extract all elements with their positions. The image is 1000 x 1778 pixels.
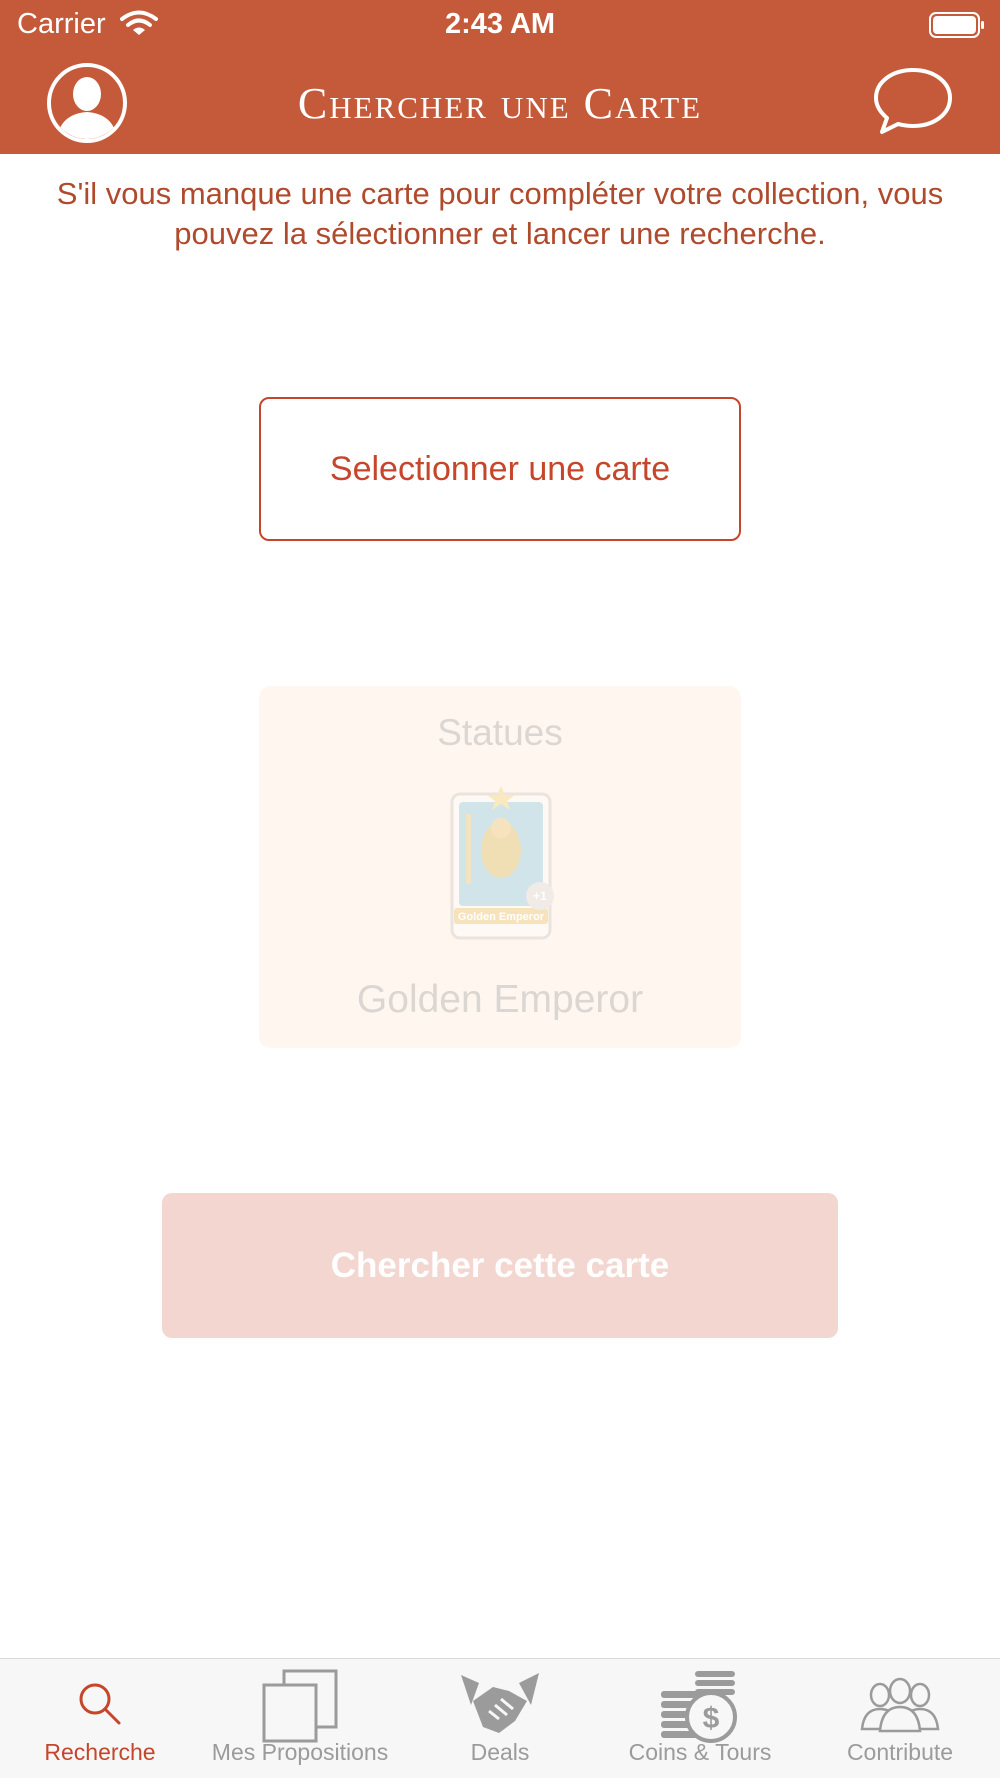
tab-bar: Recherche Mes Propositions Deals $ Coins… [0, 1658, 1000, 1778]
handshake-icon [461, 1673, 539, 1733]
tab-label: Coins & Tours [628, 1739, 772, 1765]
tab-label: Mes Propositions [211, 1739, 389, 1765]
select-card-button[interactable]: Selectionner une carte [259, 397, 741, 541]
card-name: Golden Emperor [356, 978, 644, 1021]
app-header: Carrier 2:43 AM Chercher une Carte [0, 0, 1000, 154]
search-card-button[interactable]: Chercher cette carte [162, 1193, 838, 1338]
page-title: Chercher une Carte [297, 79, 703, 128]
card-image: Golden Emperor +1 [450, 786, 554, 940]
tab-contribute[interactable]: Contribute [800, 1659, 1000, 1778]
intro-text: S'il vous manque une carte pour compléte… [56, 176, 944, 251]
tab-label: Contribute [846, 1739, 954, 1765]
status-bar: Carrier 2:43 AM [0, 0, 1000, 50]
card-preview: Statues Golden Emperor +1 Golden Emperor [259, 686, 741, 1048]
battery-icon [929, 12, 984, 38]
tab-recherche[interactable]: Recherche [0, 1659, 200, 1778]
search-icon [79, 1683, 121, 1725]
stacked-cards-icon [262, 1669, 338, 1743]
coins-icon: $ [661, 1671, 737, 1743]
svg-text:$: $ [703, 1702, 720, 1735]
card-category: Statues [437, 712, 563, 753]
card-image-caption: Golden Emperor [458, 911, 545, 923]
tab-deals[interactable]: Deals [400, 1659, 600, 1778]
card-badge: +1 [533, 889, 547, 903]
tab-label: Recherche [44, 1739, 156, 1765]
tab-label: Deals [470, 1739, 530, 1765]
chat-icon[interactable] [872, 66, 954, 136]
people-icon [860, 1677, 940, 1733]
clock: 2:43 AM [444, 8, 556, 40]
tab-mes-propositions[interactable]: Mes Propositions [200, 1659, 400, 1778]
tab-coins-tours[interactable]: $ Coins & Tours [600, 1659, 800, 1778]
